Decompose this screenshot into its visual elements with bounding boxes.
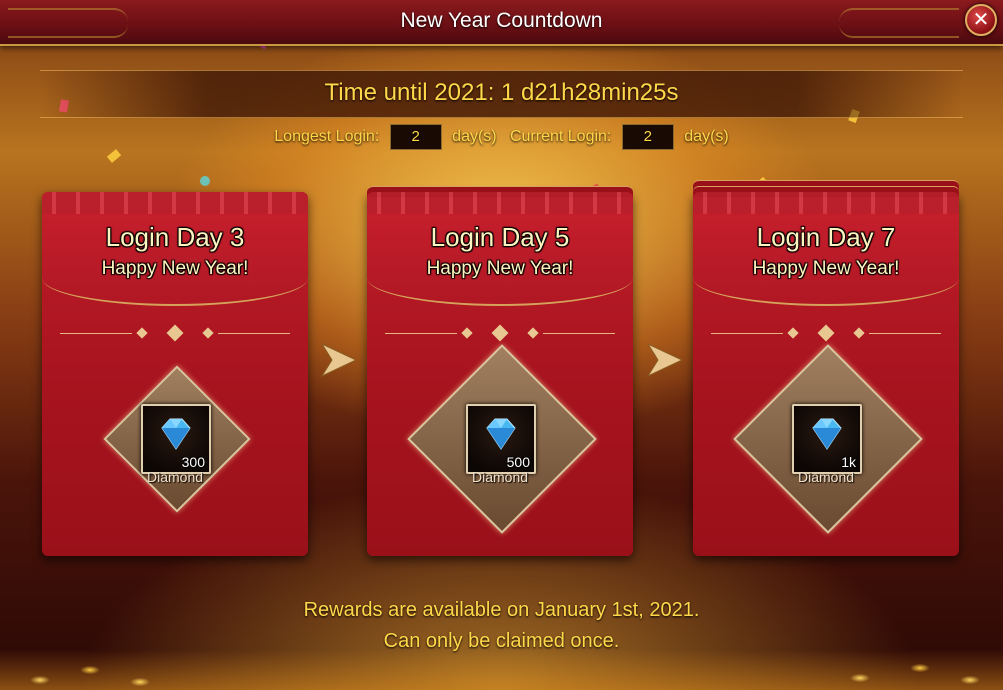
reward-name: Diamond [146,469,204,485]
card-divider [385,324,615,342]
close-icon: ✕ [972,7,990,31]
close-button[interactable]: ✕ [965,4,997,36]
card-subtitle: Happy New Year! [752,258,900,279]
reward-name: Diamond [471,469,529,485]
reward-quantity: 500 [506,454,530,470]
card-subtitle: Happy New Year! [426,258,574,279]
countdown-text: Time until 2021: 1 d21h28min25s [324,79,679,106]
card-subtitle: Happy New Year! [101,258,249,279]
card-divider [711,324,941,342]
reward-quantity: 1k [841,454,856,470]
reward-card-day-7[interactable]: Login Day 7 Happy New Year! 1k Diamond [693,180,959,556]
card-title: Login Day 7 [756,222,896,252]
diamond-gem-icon [812,418,842,450]
reward-quantity: 300 [181,454,205,470]
diamond-gem-icon [486,418,516,450]
footer-notice: Rewards are available on January 1st, 20… [0,595,1003,657]
reward-card-day-3[interactable]: Login Day 3 Happy New Year! 300 Diamond [42,192,308,556]
longest-login-label: Longest Login: [274,128,380,145]
current-login-unit: day(s) [684,128,729,145]
title-bar: New Year Countdown ✕ [0,0,1003,46]
reward-item[interactable]: 1k [792,404,862,474]
reward-item[interactable]: 300 [141,404,211,474]
reward-name: Diamond [797,469,855,485]
card-pattern [693,192,959,214]
longest-login-value: 2 [389,124,442,150]
current-login-value: 2 [621,124,674,150]
card-divider [60,324,290,342]
card-pattern [42,192,308,214]
card-pattern [367,192,633,214]
confetti-decoration [200,176,210,186]
reward-card-day-5[interactable]: Login Day 5 Happy New Year! 500 Diamond [367,186,633,556]
arrow-right-icon [646,342,684,378]
reward-item[interactable]: 500 [466,404,536,474]
confetti-decoration [106,149,122,163]
window-title: New Year Countdown [400,9,603,32]
card-title: Login Day 3 [105,222,245,252]
countdown-banner: Time until 2021: 1 d21h28min25s [40,70,963,118]
current-login-label: Current Login: [509,128,612,145]
diamond-gem-icon [161,418,191,450]
gold-coins-decoration [0,650,1003,690]
footer-line-1: Rewards are available on January 1st, 20… [303,599,700,621]
card-title: Login Day 5 [430,222,570,252]
arrow-right-icon [320,342,358,378]
login-stats: Longest Login: 2 day(s) Current Login: 2… [0,124,1003,150]
longest-login-unit: day(s) [452,128,497,145]
new-year-countdown-window: New Year Countdown ✕ Time until 2021: 1 … [0,0,1003,690]
